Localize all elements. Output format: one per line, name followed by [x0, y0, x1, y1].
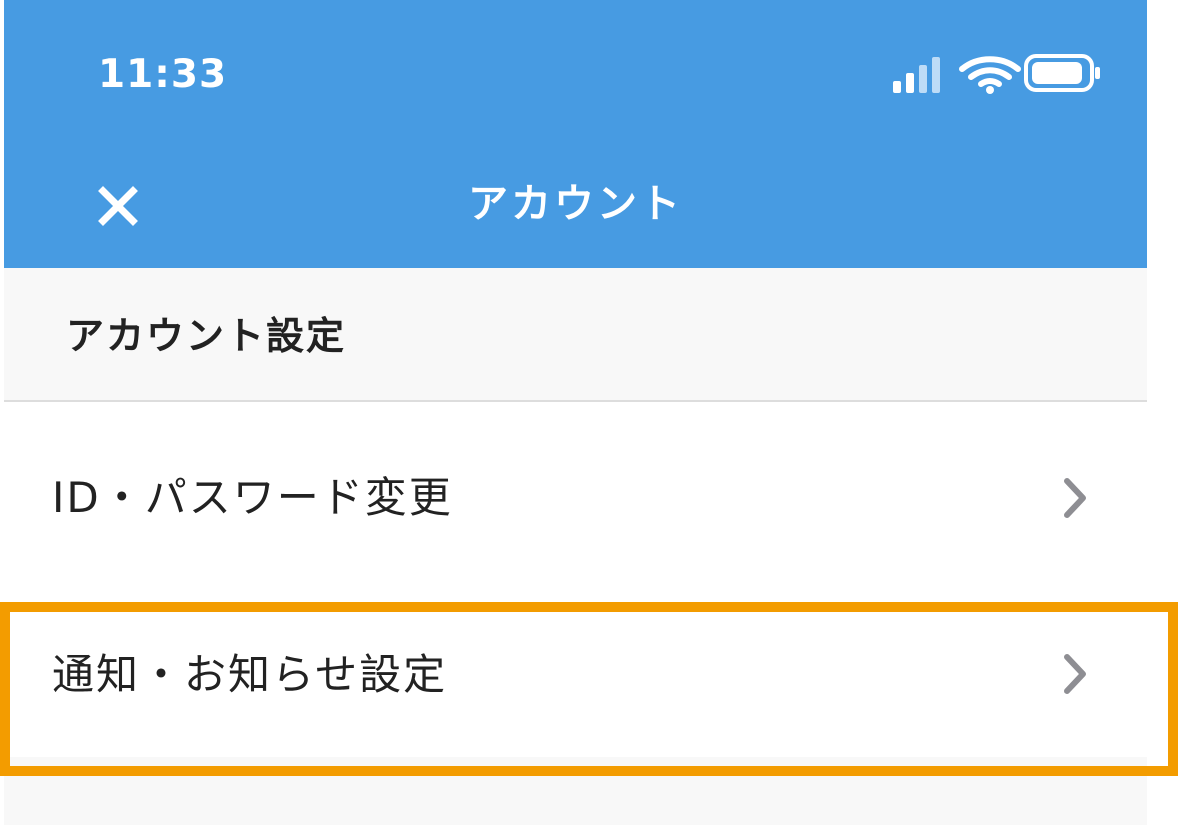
status-bar-time: 11:33 [98, 52, 228, 97]
cellular-signal-icon [893, 57, 940, 93]
menu-item-id-password-change[interactable]: ID・パスワード変更 [4, 402, 1147, 589]
status-bar-icons [888, 52, 1103, 96]
menu-item-label: ID・パスワード変更 [52, 473, 453, 522]
blue-header: 11:33 アカウント [4, 0, 1147, 268]
menu-item-label: 通知・お知らせ設定 [52, 650, 448, 699]
account-menu-list: ID・パスワード変更 通知・お知らせ設定 [4, 402, 1147, 759]
account-settings-section-header: アカウント設定 [4, 268, 1147, 402]
battery-icon [1024, 54, 1100, 92]
chevron-right-icon [1064, 478, 1086, 518]
chevron-right-icon [1064, 654, 1086, 694]
page-title: アカウント [468, 181, 683, 227]
section-title: アカウント設定 [66, 314, 347, 358]
account-screen: 11:33 アカウント アカウント設定 ID・パスワード変更 通知・お知らせ設定 [4, 0, 1147, 825]
wifi-icon [959, 56, 1021, 94]
bottom-background [4, 757, 1147, 825]
menu-item-notification-settings[interactable]: 通知・お知らせ設定 [4, 587, 1147, 759]
